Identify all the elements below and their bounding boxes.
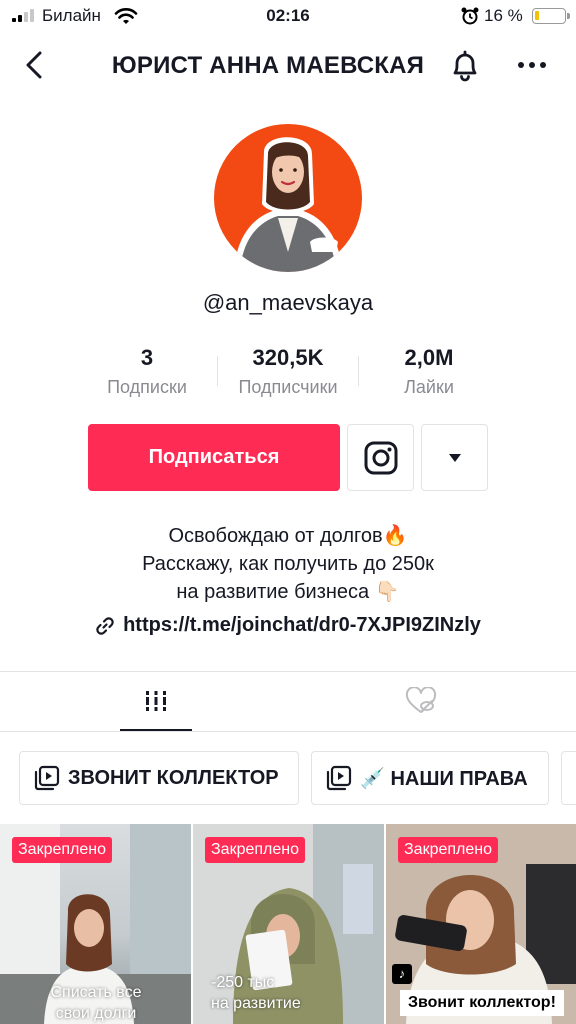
bio: Освобождаю от долгов🔥 Расскажу, как полу… — [0, 522, 576, 606]
tab-videos[interactable] — [120, 672, 192, 730]
battery-level — [535, 11, 539, 20]
more-options-icon[interactable] — [512, 46, 552, 84]
stat-following[interactable]: 3 Подписки — [82, 345, 212, 398]
pinned-badge: Закреплено — [205, 837, 305, 863]
stat-label: Подписчики — [238, 377, 338, 397]
divider — [0, 671, 576, 672]
bio-line: на развитие бизнеса 👇🏻 — [176, 581, 400, 603]
stat-likes[interactable]: 2,0M Лайки — [364, 345, 494, 398]
back-arrow-icon[interactable] — [18, 48, 52, 82]
stat-value: 3 — [140, 345, 154, 370]
link-icon — [96, 616, 114, 635]
profile-header: ЮРИСТ АННА МАЕВСКАЯ — [0, 34, 576, 94]
follow-button[interactable]: Подписаться — [88, 424, 340, 491]
stat-followers[interactable]: 320,5K Подписчики — [223, 345, 353, 398]
playlist-chip[interactable]: ЗВОНИТ КОЛЛЕКТОР — [19, 751, 299, 805]
avatar-photo — [234, 137, 342, 272]
battery-icon — [532, 8, 570, 24]
stat-divider — [217, 356, 218, 386]
tiktok-logo-icon: ♪ — [392, 964, 412, 984]
bio-link-text: https://t.me/joinchat/dr0-7XJPI9ZINzly — [123, 614, 481, 636]
hidden-heart-icon — [405, 687, 437, 713]
avatar[interactable] — [214, 124, 362, 272]
stat-divider — [358, 356, 359, 386]
bell-icon[interactable] — [446, 46, 484, 84]
stat-label: Подписки — [107, 377, 187, 397]
playlist-chip[interactable] — [561, 751, 576, 805]
caret-down-icon — [448, 453, 461, 462]
pinned-badge: Закреплено — [398, 837, 498, 863]
video-caption: Звонит коллектор! — [400, 990, 564, 1016]
grid-icon — [143, 691, 169, 711]
pinned-badge: Закреплено — [12, 837, 112, 863]
stat-value: 2,0M — [404, 345, 454, 370]
bio-line: Расскажу, как получить до 250к — [142, 553, 434, 575]
instagram-button[interactable] — [347, 424, 414, 491]
video-thumbnail[interactable]: Закреплено ♪ Звонит коллектор! — [386, 824, 576, 1024]
playlist-icon — [34, 765, 60, 791]
video-thumbnail[interactable]: Закреплено -250 тыс на развитие — [193, 824, 384, 1024]
video-caption: -250 тыс на развитие — [211, 974, 301, 1012]
alarm-icon — [461, 7, 479, 25]
status-bar: Билайн 02:16 16 % — [0, 0, 576, 34]
instagram-icon — [364, 441, 397, 474]
stat-label: Лайки — [404, 377, 454, 397]
battery-percent: 16 % — [484, 6, 523, 25]
bio-link[interactable]: https://t.me/joinchat/dr0-7XJPI9ZINzly — [0, 614, 576, 637]
username: @an_maevskaya — [202, 290, 374, 315]
tab-liked-videos[interactable] — [385, 672, 457, 730]
video-thumbnail[interactable]: Закреплено Списать все свои долги — [0, 824, 191, 1024]
bio-line: Освобождаю от долгов🔥 — [168, 525, 408, 547]
video-caption: Списать все свои долги — [50, 984, 142, 1022]
playlist-label: 💉 НАШИ ПРАВА — [360, 767, 528, 790]
suggested-accounts-button[interactable] — [421, 424, 488, 491]
page-title: ЮРИСТ АННА МАЕВСКАЯ — [111, 52, 425, 79]
stat-value: 320,5K — [252, 345, 324, 370]
playlist-chip[interactable]: 💉 НАШИ ПРАВА — [311, 751, 549, 805]
playlist-icon — [326, 765, 352, 791]
divider — [0, 731, 576, 732]
playlist-label: ЗВОНИТ КОЛЛЕКТОР — [68, 766, 279, 789]
